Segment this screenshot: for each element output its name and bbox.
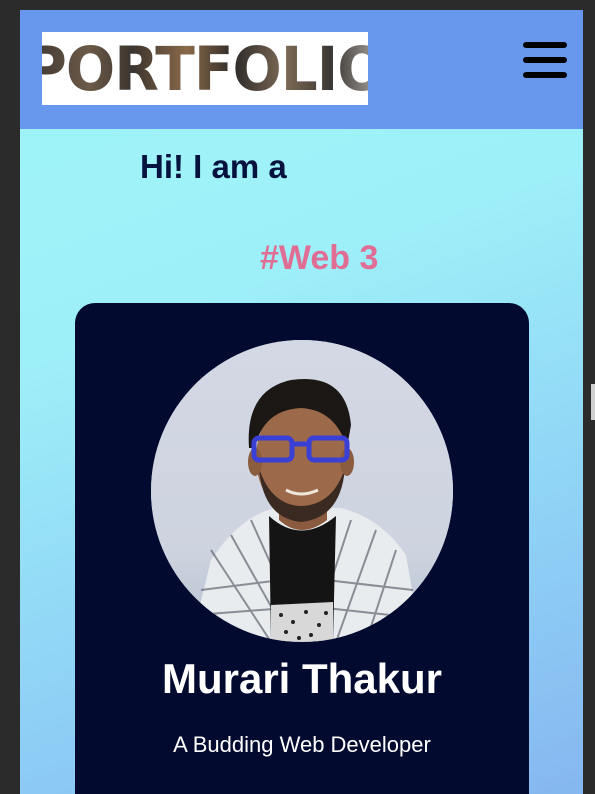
page-viewport: PORTFOLIO Hi! I am a #Web 3 Murari Thaku… [20,10,583,794]
hamburger-menu-icon[interactable] [523,40,567,80]
hero-role-text: #Web 3 [260,239,379,277]
profile-tagline: A Budding Web Developer [173,732,431,757]
logo-text: PORTFOLIO [42,38,368,99]
navbar: PORTFOLIO [20,10,583,129]
profile-photo [151,340,453,642]
profile-name: Murari Thakur [161,655,443,702]
portfolio-logo[interactable]: PORTFOLIO [42,32,368,105]
profile-card: Murari Thakur A Budding Web Developer [75,303,529,794]
hero-greeting: Hi! I am a [140,148,287,185]
scrollbar-thumb[interactable] [591,384,595,420]
